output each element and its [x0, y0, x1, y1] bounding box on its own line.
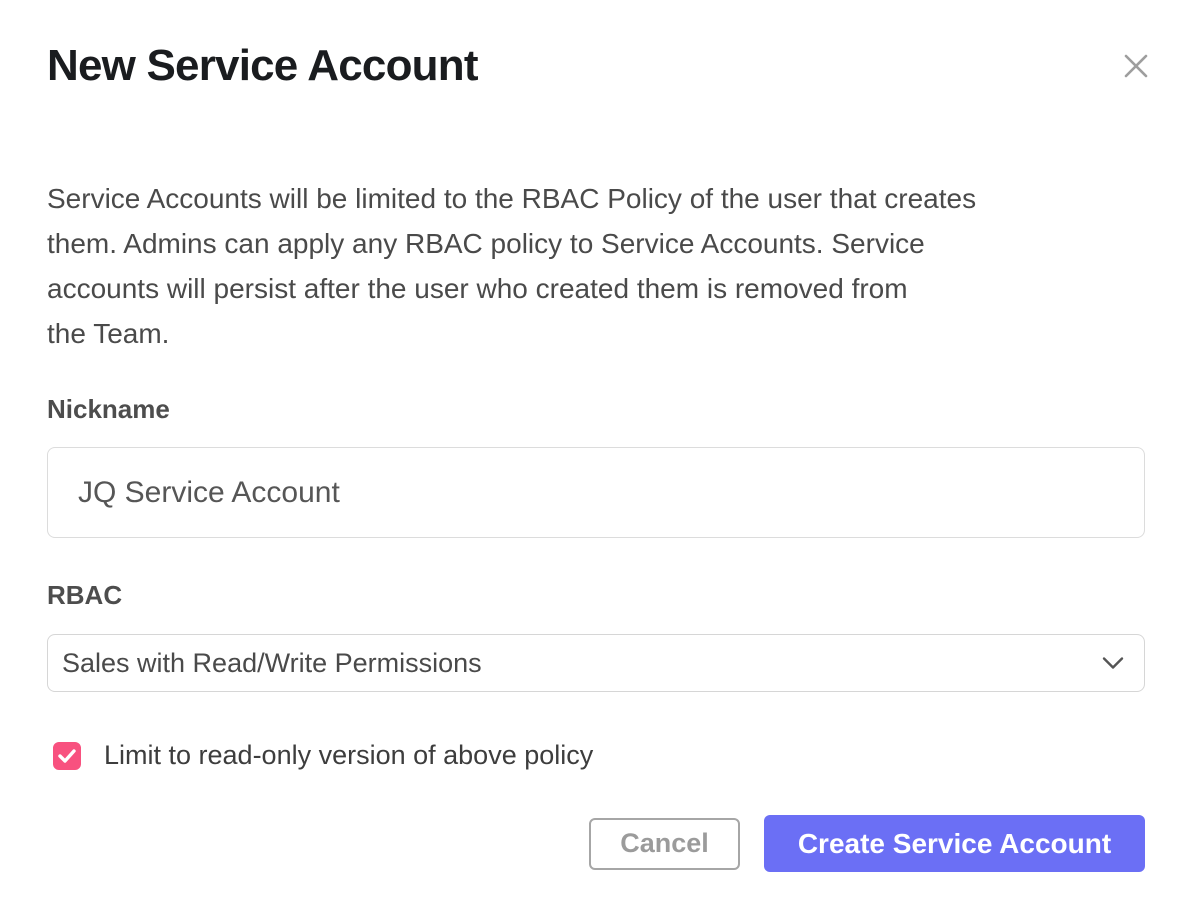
- chevron-down-icon: [1102, 657, 1124, 670]
- nickname-input[interactable]: [47, 447, 1145, 538]
- read-only-checkbox-label: Limit to read-only version of above poli…: [104, 740, 593, 771]
- description-line: them. Admins can apply any RBAC policy t…: [47, 221, 1145, 266]
- description-line: accounts will persist after the user who…: [47, 266, 1145, 311]
- nickname-label: Nickname: [47, 394, 1145, 424]
- modal-title: New Service Account: [47, 0, 1145, 92]
- x-icon: [1121, 51, 1151, 81]
- check-icon: [58, 749, 76, 763]
- rbac-selected-value: Sales with Read/Write Permissions: [62, 648, 482, 679]
- read-only-checkbox-row[interactable]: Limit to read-only version of above poli…: [53, 740, 1145, 771]
- rbac-label: RBAC: [47, 580, 1145, 610]
- description-line: Service Accounts will be limited to the …: [47, 176, 1145, 221]
- cancel-button[interactable]: Cancel: [589, 818, 740, 870]
- create-service-account-button[interactable]: Create Service Account: [764, 815, 1145, 872]
- modal-description: Service Accounts will be limited to the …: [47, 176, 1145, 356]
- read-only-checkbox[interactable]: [53, 742, 81, 770]
- rbac-select[interactable]: Sales with Read/Write Permissions: [47, 634, 1145, 692]
- new-service-account-modal: New Service Account Service Accounts wil…: [0, 0, 1190, 904]
- modal-actions: Cancel Create Service Account: [47, 815, 1145, 872]
- description-line: the Team.: [47, 311, 1145, 356]
- close-button[interactable]: [1114, 44, 1158, 88]
